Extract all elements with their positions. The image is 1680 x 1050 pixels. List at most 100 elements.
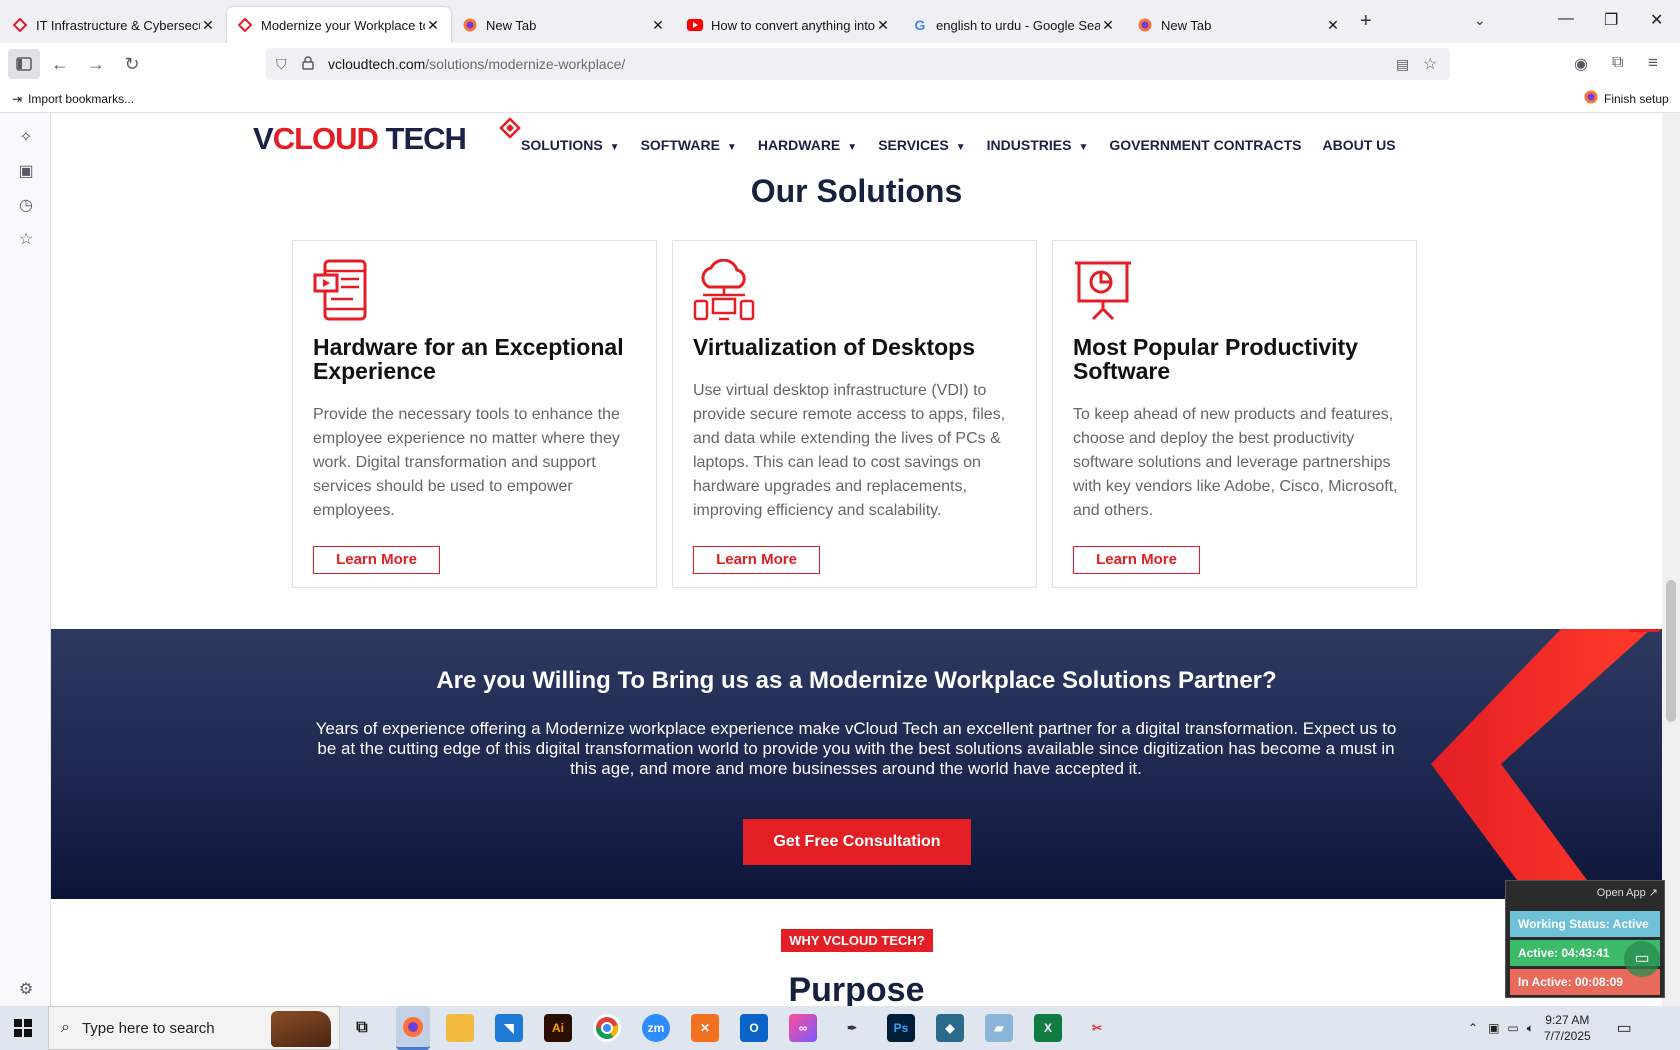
clock-time: 9:27 AM <box>1545 1013 1590 1027</box>
open-app-label: Open App <box>1596 887 1646 899</box>
get-free-consultation-button[interactable]: Get Free Consultation <box>743 819 971 865</box>
tab-0[interactable]: IT Infrastructure & Cybersecurity ✕ <box>2 7 226 43</box>
card-body: Provide the necessary tools to enhance t… <box>313 406 620 519</box>
illustrator-icon[interactable]: Ai <box>544 1014 572 1042</box>
clock-date: 7/7/2025 <box>1543 1029 1591 1043</box>
reload-icon[interactable]: ↻ <box>116 49 148 79</box>
partner-heading: Are you Willing To Bring us as a Moderni… <box>436 667 1277 694</box>
snipping-tool-icon[interactable]: ✂ <box>1083 1014 1111 1042</box>
creative-cloud-icon[interactable]: ∞ <box>789 1014 817 1042</box>
card-body: To keep ahead of new products and featur… <box>1073 406 1398 519</box>
scrollbar-thumb[interactable] <box>1666 580 1676 722</box>
menu-hamburger-icon[interactable]: ≡ <box>1648 53 1658 73</box>
restore-icon[interactable]: ❐ <box>1604 10 1618 30</box>
synced-tabs-icon[interactable]: ▣ <box>16 161 36 181</box>
menu-software[interactable]: SOFTWARE ▼ <box>641 137 737 153</box>
vscode-icon[interactable]: ◥ <box>495 1014 523 1042</box>
menu-services[interactable]: SERVICES ▼ <box>878 137 965 153</box>
import-bookmarks-link[interactable]: Import bookmarks... <box>28 92 134 106</box>
app-diamond-icon[interactable]: ◆ <box>936 1014 964 1042</box>
tab-5[interactable]: New Tab ✕ <box>1127 7 1351 43</box>
learn-more-button[interactable]: Learn More <box>313 546 440 574</box>
tab-bar: IT Infrastructure & Cybersecurity ✕ Mode… <box>0 0 1680 43</box>
url-bar[interactable]: ⛉ vcloudtech.com/solutions/modernize-wor… <box>266 48 1450 80</box>
firefox-icon <box>462 17 478 33</box>
bookmark-star-icon[interactable]: ☆ <box>1423 54 1437 74</box>
excel-icon[interactable]: X <box>1034 1014 1062 1042</box>
external-link-icon: ↗ <box>1648 887 1658 899</box>
windows-start-icon[interactable] <box>14 1019 32 1042</box>
finish-setup-button[interactable]: Finish setup <box>1584 90 1669 107</box>
menu-industries[interactable]: INDUSTRIES ▼ <box>987 137 1089 153</box>
outlook-icon[interactable]: O <box>740 1014 768 1042</box>
pen-tool-icon[interactable]: ✒ <box>838 1014 866 1042</box>
lock-icon[interactable] <box>302 55 318 73</box>
logo-cloud: CLOUD <box>272 121 379 156</box>
tracking-shield-icon[interactable]: ⛉ <box>276 56 294 73</box>
card-title: Hardware for an Exceptional Experience <box>313 334 624 384</box>
open-app-link[interactable]: Open App ↗ <box>1597 886 1658 899</box>
logo-v: V <box>253 121 274 156</box>
notepad-icon[interactable]: ▰ <box>985 1014 1013 1042</box>
time-tracker-widget: Open App ↗ Working Status: Active Active… <box>1505 880 1665 998</box>
back-arrow-icon[interactable]: ← <box>44 49 76 79</box>
bookmarks-star-icon[interactable]: ☆ <box>16 229 36 249</box>
vcloud-tech-logo[interactable]: VCLOUD TECH <box>253 117 521 157</box>
menu-government-contracts[interactable]: GOVERNMENT CONTRACTS <box>1109 137 1301 153</box>
page-scrollbar[interactable] <box>1662 113 1680 1006</box>
tablet-device-icon <box>313 259 367 321</box>
firefox-icon <box>1137 17 1153 33</box>
close-icon[interactable]: ✕ <box>200 17 216 34</box>
logo-tech: TECH <box>377 121 467 156</box>
volume-icon[interactable]: 🔈︎ <box>1527 1021 1534 1036</box>
xampp-icon[interactable]: ✕ <box>691 1014 719 1042</box>
partner-banner: Are you Willing To Bring us as a Moderni… <box>51 629 1662 899</box>
minimize-icon[interactable]: — <box>1558 10 1574 28</box>
close-icon[interactable]: ✕ <box>650 17 666 34</box>
learn-more-button[interactable]: Learn More <box>1073 546 1200 574</box>
vcloud-favicon-icon <box>12 17 28 33</box>
windows-taskbar: ⌕ Type here to search ⧉ ◥ Ai zm ✕ O ∞ ✒ … <box>0 1006 1680 1050</box>
close-icon[interactable]: ✕ <box>425 17 441 34</box>
menu-label: HARDWARE <box>757 137 841 153</box>
taskbar-search-box[interactable]: ⌕ Type here to search <box>48 1006 340 1050</box>
menu-hardware[interactable]: HARDWARE ▼ <box>758 137 857 153</box>
menu-label: INDUSTRIES <box>986 137 1072 153</box>
sidebar-toggle-icon[interactable] <box>8 49 40 79</box>
forward-arrow-icon[interactable]: → <box>80 49 112 79</box>
clock[interactable]: 9:27 AM 7/7/2025 <box>1544 1012 1591 1044</box>
tab-label: New Tab <box>1161 17 1212 33</box>
menu-about-us[interactable]: ABOUT US <box>1322 137 1395 153</box>
ai-sparkle-icon[interactable]: ✧ <box>16 127 36 147</box>
tab-4[interactable]: G english to urdu - Google Search ✕ <box>902 7 1126 43</box>
taskbar-firefox-icon[interactable] <box>396 1006 430 1050</box>
tab-3[interactable]: How to convert anything into E ✕ <box>677 7 901 43</box>
caret-down-icon: ▼ <box>726 142 737 153</box>
network-icon[interactable]: ▭ <box>1507 1021 1518 1035</box>
task-view-icon[interactable]: ⧉ <box>348 1014 376 1042</box>
close-icon[interactable]: ✕ <box>1100 17 1116 34</box>
close-icon[interactable]: ✕ <box>875 17 891 34</box>
learn-more-button[interactable]: Learn More <box>693 546 820 574</box>
chrome-icon[interactable] <box>593 1014 621 1042</box>
close-icon[interactable]: ✕ <box>1325 17 1341 34</box>
tray-app-icon[interactable]: ▣ <box>1488 1021 1499 1035</box>
account-icon[interactable]: ◉ <box>1574 54 1588 74</box>
settings-gear-icon[interactable]: ⚙ <box>16 979 36 999</box>
file-explorer-icon[interactable] <box>446 1014 474 1042</box>
photoshop-icon[interactable]: Ps <box>887 1014 915 1042</box>
tab-2[interactable]: New Tab ✕ <box>452 7 676 43</box>
reader-view-icon[interactable]: ▤ <box>1396 56 1409 73</box>
window-close-icon[interactable]: ✕ <box>1650 10 1663 30</box>
list-tabs-chevron-icon[interactable]: ⌄ <box>1474 12 1486 29</box>
chat-bubble-icon[interactable]: ▭ <box>1624 941 1660 977</box>
system-tray: ⌃ ▣ ▭ 🔈︎ 9:27 AM 7/7/2025 ▭ <box>1468 1006 1632 1050</box>
notifications-icon[interactable]: ▭ <box>1617 1018 1632 1038</box>
tray-chevron-up-icon[interactable]: ⌃ <box>1468 1021 1478 1035</box>
tab-1[interactable]: Modernize your Workplace to E ✕ <box>227 7 451 43</box>
extensions-icon[interactable]: ⧉ <box>1612 54 1623 72</box>
history-icon[interactable]: ◷ <box>16 195 36 215</box>
menu-solutions[interactable]: SOLUTIONS ▼ <box>521 137 620 153</box>
new-tab-plus-icon[interactable]: + <box>1360 10 1372 33</box>
zoom-icon[interactable]: zm <box>642 1014 670 1042</box>
